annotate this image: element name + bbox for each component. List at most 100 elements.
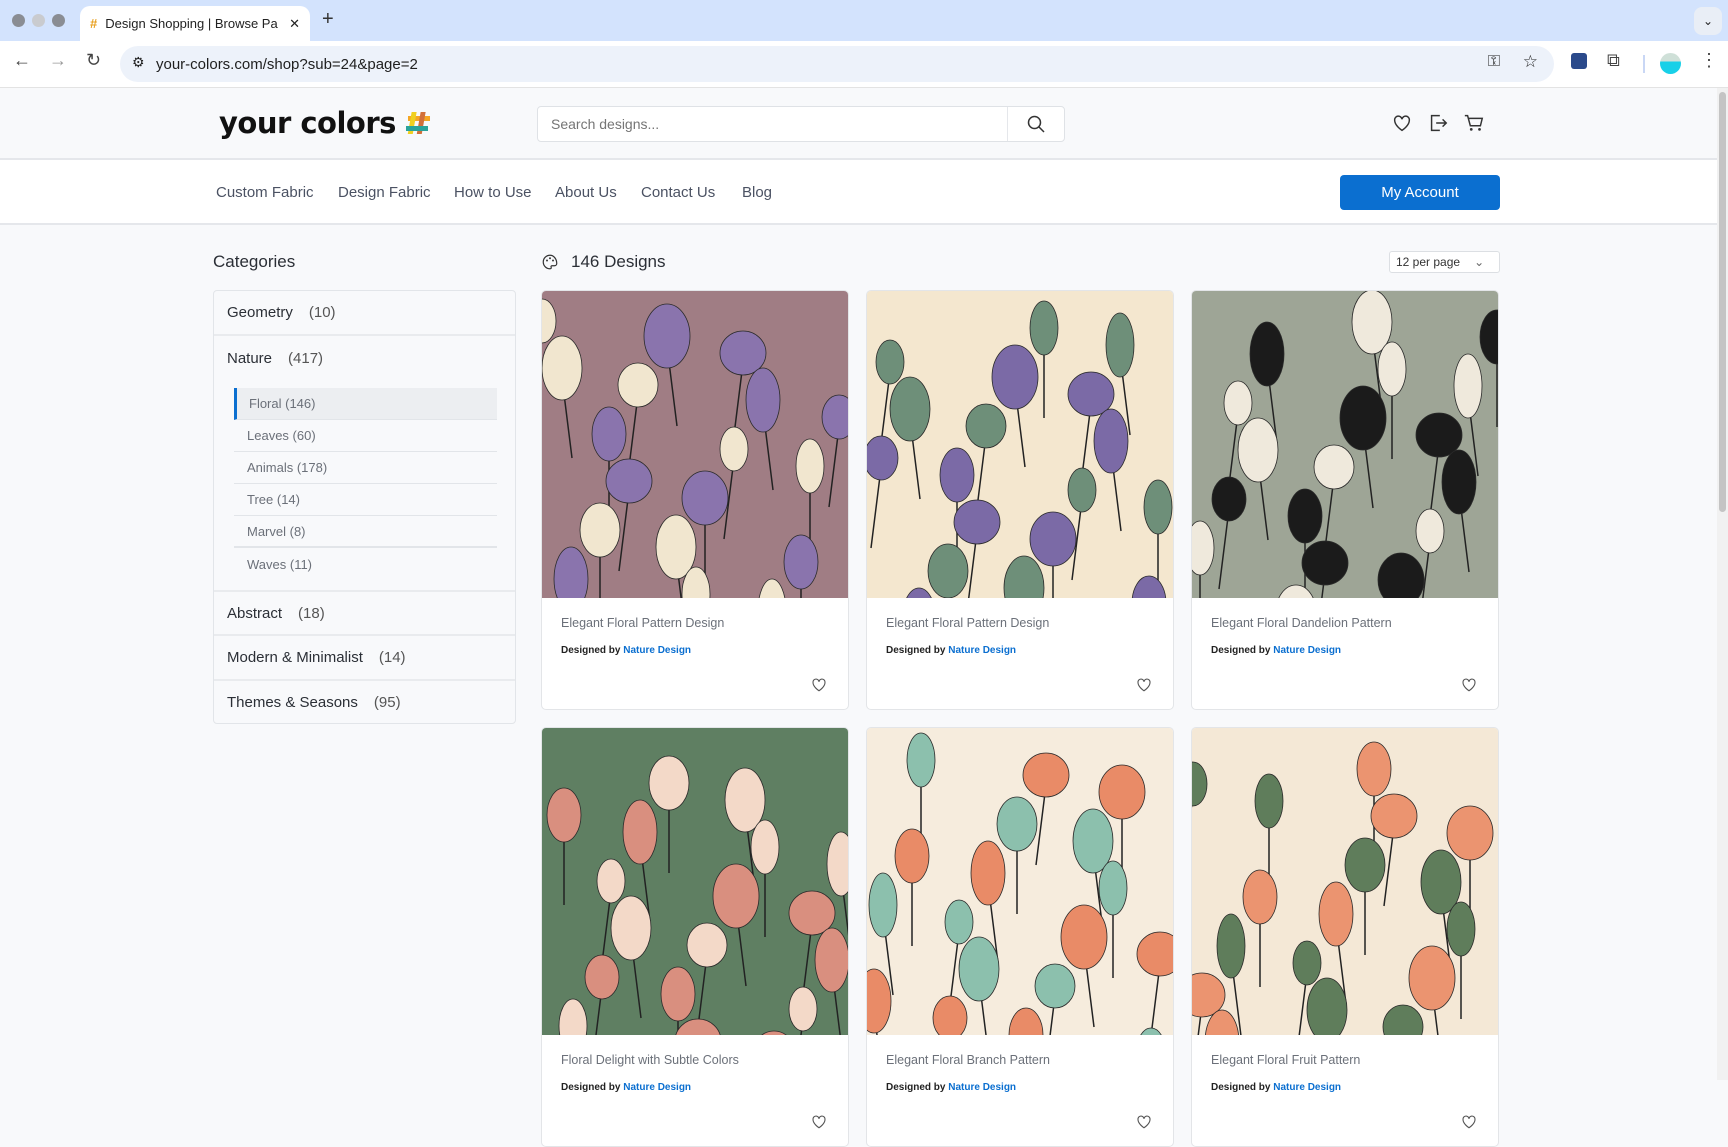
forward-icon[interactable]: →: [49, 50, 67, 71]
subcategory-leaves[interactable]: Leaves (60): [234, 420, 497, 452]
design-card[interactable]: Floral Delight with Subtle Colors Design…: [541, 727, 849, 1147]
design-image[interactable]: [867, 728, 1173, 1035]
site-settings-icon[interactable]: ⚙: [132, 54, 145, 71]
category-abstract[interactable]: Abstract (18): [214, 590, 515, 636]
design-card[interactable]: Elegant Floral Pattern Design Designed b…: [866, 290, 1174, 710]
category-nature[interactable]: Nature(417): [214, 336, 515, 381]
design-title[interactable]: Elegant Floral Fruit Pattern: [1211, 1053, 1360, 1067]
subcategory-tree[interactable]: Tree (14): [234, 484, 497, 516]
design-image[interactable]: [542, 291, 848, 598]
designer-credit: Designed by Nature Design: [886, 645, 1016, 656]
scrollbar-thumb[interactable]: [1719, 92, 1726, 512]
bookmark-star-icon[interactable]: ☆: [1523, 52, 1538, 72]
category-count: (18): [298, 605, 325, 622]
category-themes-seasons[interactable]: Themes & Seasons(95): [214, 681, 515, 724]
favorite-heart-icon[interactable]: [810, 675, 828, 693]
browser-tab[interactable]: # Design Shopping | Browse Pa ✕: [80, 6, 310, 41]
design-image[interactable]: [1192, 728, 1498, 1035]
url-text: your-colors.com/shop?sub=24&page=2: [156, 56, 418, 73]
category-modern-minimalist[interactable]: Modern & Minimalist (14): [214, 636, 515, 681]
logout-icon[interactable]: [1427, 112, 1449, 134]
per-page-value: 12 per page: [1396, 255, 1460, 269]
search-input[interactable]: [538, 107, 1007, 141]
design-title[interactable]: Elegant Floral Dandelion Pattern: [1211, 616, 1392, 630]
chevron-down-icon: ⌄: [1474, 255, 1484, 269]
close-tab-icon[interactable]: ✕: [289, 16, 300, 32]
categories-heading: Categories: [213, 252, 295, 272]
nav-custom-fabric[interactable]: Custom Fabric: [216, 184, 314, 201]
per-page-select[interactable]: 12 per page ⌄: [1389, 251, 1500, 273]
category-count: (14): [379, 649, 406, 666]
subcategory-waves[interactable]: Waves (11): [234, 548, 497, 580]
results-count: 146 Designs: [541, 252, 666, 272]
favorite-heart-icon[interactable]: [810, 1112, 828, 1130]
design-image[interactable]: [542, 728, 848, 1035]
design-image[interactable]: [867, 291, 1173, 598]
logo[interactable]: your colors: [219, 106, 432, 140]
design-card[interactable]: Elegant Floral Pattern Design Designed b…: [541, 290, 849, 710]
search-button[interactable]: [1007, 107, 1064, 141]
address-bar[interactable]: ⚙ your-colors.com/shop?sub=24&page=2 ⚿ ☆: [120, 46, 1554, 82]
search-icon: [1027, 115, 1045, 133]
designer-link[interactable]: Nature Design: [1273, 645, 1341, 656]
window-close-button[interactable]: [12, 14, 25, 27]
password-key-icon[interactable]: ⚿: [1488, 53, 1500, 71]
design-title[interactable]: Elegant Floral Pattern Design: [886, 616, 1049, 630]
favorite-heart-icon[interactable]: [1460, 675, 1478, 693]
category-label: Geometry: [227, 304, 293, 321]
extension-icon[interactable]: [1571, 53, 1587, 69]
extensions-puzzle-icon[interactable]: ⧉: [1607, 50, 1620, 71]
category-geometry[interactable]: Geometry (10): [214, 291, 515, 336]
logo-text: your colors: [219, 106, 396, 140]
design-card[interactable]: Elegant Floral Dandelion Pattern Designe…: [1191, 290, 1499, 710]
design-image[interactable]: [1192, 291, 1498, 598]
new-tab-icon[interactable]: +: [322, 8, 334, 31]
designer-credit: Designed by Nature Design: [1211, 645, 1341, 656]
cart-icon[interactable]: [1463, 112, 1485, 134]
design-title[interactable]: Floral Delight with Subtle Colors: [561, 1053, 739, 1067]
designed-by-label: Designed by: [886, 645, 945, 656]
tab-search-chevron-icon[interactable]: ⌄: [1694, 7, 1722, 35]
toolbar-divider: [1643, 55, 1645, 73]
site-header: your colors: [0, 88, 1717, 160]
design-title[interactable]: Elegant Floral Branch Pattern: [886, 1053, 1050, 1067]
subcategory-marvel[interactable]: Marvel (8): [234, 516, 497, 548]
design-card[interactable]: Elegant Floral Branch Pattern Designed b…: [866, 727, 1174, 1147]
designer-link[interactable]: Nature Design: [1273, 1082, 1341, 1093]
wishlist-heart-icon[interactable]: [1391, 112, 1413, 134]
palette-icon: [541, 253, 559, 271]
favicon-icon: #: [90, 16, 97, 31]
category-label: Modern & Minimalist: [227, 649, 363, 666]
designer-credit: Designed by Nature Design: [561, 1082, 691, 1093]
favorite-heart-icon[interactable]: [1135, 675, 1153, 693]
nav-design-fabric[interactable]: Design Fabric: [338, 184, 431, 201]
favorite-heart-icon[interactable]: [1460, 1112, 1478, 1130]
main-nav: Custom Fabric Design Fabric How to Use A…: [0, 160, 1717, 225]
nav-about-us[interactable]: About Us: [555, 184, 617, 201]
menu-kebab-icon[interactable]: ⋮: [1700, 50, 1718, 71]
category-label: Abstract: [227, 605, 282, 622]
window-minimize-button[interactable]: [32, 14, 45, 27]
nav-how-to-use[interactable]: How to Use: [454, 184, 532, 201]
nav-contact-us[interactable]: Contact Us: [641, 184, 715, 201]
subcategory-floral[interactable]: Floral (146): [234, 388, 497, 420]
back-icon[interactable]: ←: [13, 50, 31, 71]
tab-title: Design Shopping | Browse Pa: [105, 16, 281, 31]
design-title[interactable]: Elegant Floral Pattern Design: [561, 616, 724, 630]
profile-avatar[interactable]: [1660, 53, 1681, 74]
category-count: (95): [374, 694, 401, 711]
subcategory-animals[interactable]: Animals (178): [234, 452, 497, 484]
design-card[interactable]: Elegant Floral Fruit Pattern Designed by…: [1191, 727, 1499, 1147]
designer-link[interactable]: Nature Design: [948, 1082, 1016, 1093]
category-count: (10): [309, 304, 336, 321]
window-maximize-button[interactable]: [52, 14, 65, 27]
favorite-heart-icon[interactable]: [1135, 1112, 1153, 1130]
designer-link[interactable]: Nature Design: [623, 1082, 691, 1093]
designer-credit: Designed by Nature Design: [1211, 1082, 1341, 1093]
reload-icon[interactable]: ↻: [86, 50, 101, 71]
nav-blog[interactable]: Blog: [742, 184, 772, 201]
my-account-button[interactable]: My Account: [1340, 175, 1500, 210]
designer-credit: Designed by Nature Design: [561, 645, 691, 656]
designer-link[interactable]: Nature Design: [948, 645, 1016, 656]
designer-link[interactable]: Nature Design: [623, 645, 691, 656]
